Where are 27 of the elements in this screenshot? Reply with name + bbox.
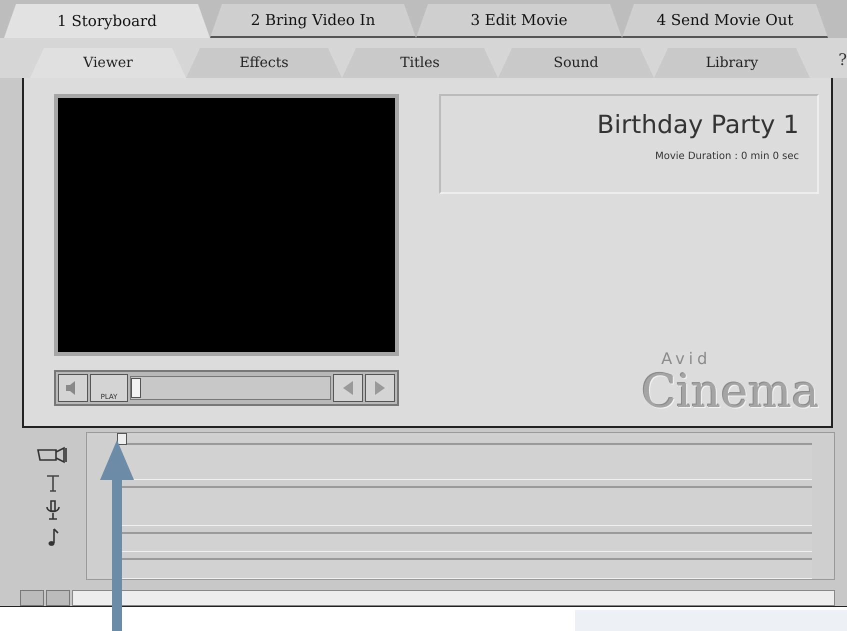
logo-text: Avid: [661, 349, 712, 368]
left-triangle-icon: [342, 380, 354, 396]
microphone-icon: [46, 500, 60, 520]
panel-tab[interactable]: Effects: [186, 48, 342, 78]
scroll-bar[interactable]: [72, 590, 835, 606]
camera-icon: [36, 444, 70, 466]
step-tab[interactable]: 3 Edit Movie: [416, 4, 622, 38]
scrub-slider[interactable]: [130, 376, 331, 400]
scrub-thumb[interactable]: [131, 378, 141, 398]
step-tab[interactable]: 4 Send Movie Out: [622, 4, 828, 38]
logo-wordmark: Cinema: [641, 368, 819, 414]
music-note-icon: [47, 528, 59, 548]
movie-duration: Movie Duration : 0 min 0 sec: [655, 151, 799, 162]
volume-button[interactable]: [58, 374, 88, 402]
next-button[interactable]: [365, 374, 395, 402]
right-triangle-icon: [374, 380, 386, 396]
previous-button[interactable]: [333, 374, 363, 402]
step-tab[interactable]: 2 Bring Video In: [210, 4, 416, 38]
panel-tab[interactable]: Library: [654, 48, 810, 78]
panel-tab[interactable]: Titles: [342, 48, 498, 78]
step-tab[interactable]: 1 Storyboard: [4, 4, 210, 38]
text-icon: [46, 474, 60, 492]
panel-tab[interactable]: Sound: [498, 48, 654, 78]
help-button[interactable]: ?: [838, 50, 847, 69]
project-title: Birthday Party 1: [597, 110, 799, 139]
playhead-handle[interactable]: [117, 433, 127, 445]
panel-tab[interactable]: Viewer: [30, 48, 186, 78]
